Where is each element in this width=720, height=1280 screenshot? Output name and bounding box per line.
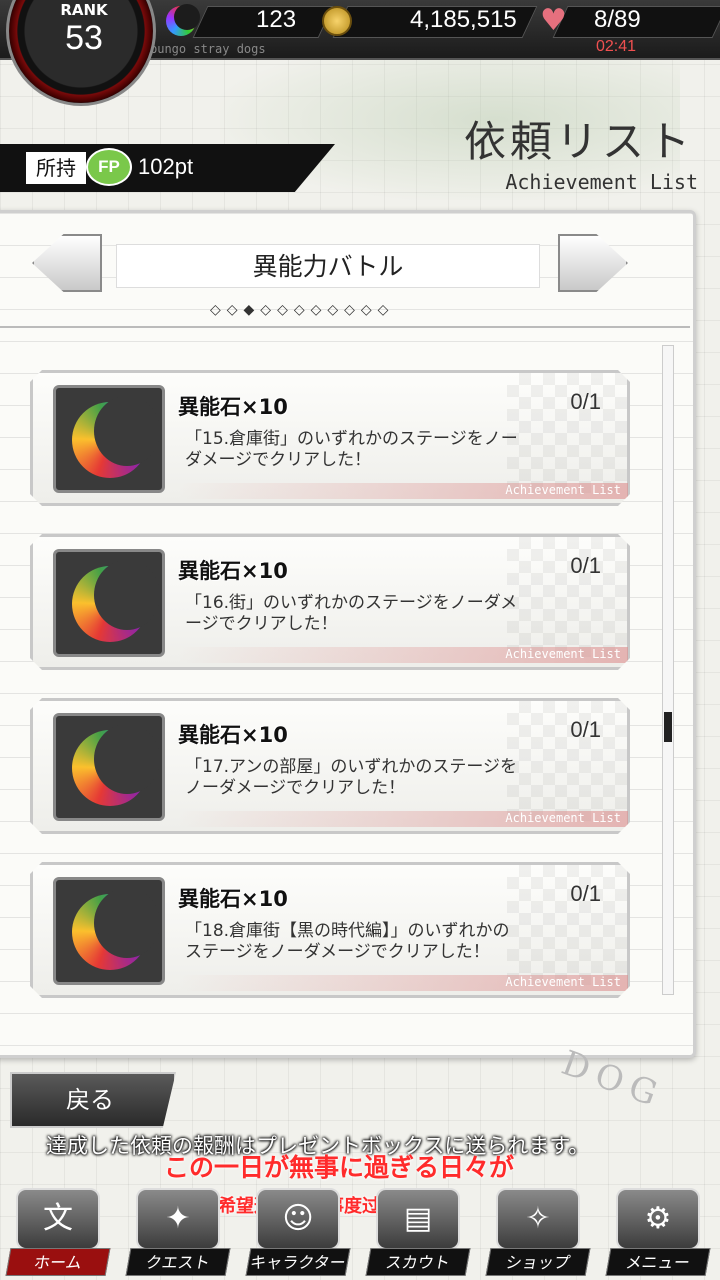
arrow-left-icon [32, 234, 102, 292]
ability-stone-icon [72, 730, 148, 806]
subtitle-japanese: この一日が無事に過ぎる日々が [164, 1153, 515, 1182]
card-pattern [507, 537, 627, 657]
nav-label: メニュー [605, 1248, 711, 1276]
scrollbar-track[interactable] [662, 345, 674, 995]
mission-progress: 0/1 [570, 553, 601, 578]
quest-icon: ✦ [136, 1188, 220, 1250]
mission-description: 「17.アンの部屋」のいずれかのステージをノーダメージでクリアした！ [185, 757, 518, 798]
mission-progress: 0/1 [570, 717, 601, 742]
back-button[interactable]: 戻る [10, 1072, 176, 1128]
rank-value: 53 [65, 19, 103, 57]
card-footer-text: Achievement List [505, 647, 621, 661]
card-pattern [507, 373, 627, 493]
mission-reward: 異能石×10 [178, 723, 288, 747]
arrow-right-icon [558, 234, 628, 292]
ap-timer: 02:41 [596, 38, 637, 55]
mission-description: 「16.街」のいずれかのステージをノーダメージでクリアした！ [185, 593, 518, 634]
nav-home[interactable]: 文 ホーム [2, 1182, 114, 1280]
prev-category-button[interactable] [32, 234, 102, 292]
reward-icon-frame [53, 713, 165, 821]
card-pattern [507, 865, 627, 985]
home-icon: 文 [16, 1188, 100, 1250]
mission-reward: 異能石×10 [178, 395, 288, 419]
mission-description: 「15.倉庫街」のいずれかのステージをノーダメージでクリアした！ [185, 429, 518, 470]
scout-icon: ▤ [376, 1188, 460, 1250]
nav-character[interactable]: ☺ キャラクター [242, 1182, 354, 1280]
mission-card[interactable]: 異能石×10 0/1 「18.倉庫街【黒の時代編】」のいずれかのステージをノーダ… [30, 862, 630, 998]
nav-label: スカウト [365, 1248, 471, 1276]
mission-card[interactable]: 異能石×10 0/1 「15.倉庫街」のいずれかのステージをノーダメージでクリア… [30, 370, 630, 506]
page-title: 依頼リスト [463, 117, 694, 166]
card-footer-text: Achievement List [505, 811, 621, 825]
next-category-button[interactable] [558, 234, 628, 292]
mission-card[interactable]: 異能石×10 0/1 「17.アンの部屋」のいずれかのステージをノーダメージでク… [30, 698, 630, 834]
bottom-nav: 文 ホーム ✦ クエスト ☺ キャラクター ▤ スカウト ✧ ショップ ⚙ メニ… [0, 1182, 720, 1280]
card-footer-text: Achievement List [505, 975, 621, 989]
nav-quest[interactable]: ✦ クエスト [122, 1182, 234, 1280]
nav-label: ホーム [5, 1248, 111, 1276]
ability-stone-icon [72, 402, 148, 478]
mission-progress: 0/1 [570, 389, 601, 414]
nav-label: クエスト [125, 1248, 231, 1276]
nav-shop[interactable]: ✧ ショップ [482, 1182, 594, 1280]
ability-stone-icon [72, 566, 148, 642]
category-page-indicator: ◇◇◆◇◇◇◇◇◇◇◇ [210, 302, 395, 318]
shop-icon: ✧ [496, 1188, 580, 1250]
mission-card[interactable]: 異能石×10 0/1 「16.街」のいずれかのステージをノーダメージでクリアした… [30, 534, 630, 670]
ap-count: 8/89 [594, 6, 641, 33]
mission-reward: 異能石×10 [178, 559, 288, 583]
rank-label: RANK [60, 1, 108, 19]
nav-label: キャラクター [245, 1248, 351, 1276]
nav-label: ショップ [485, 1248, 591, 1276]
nav-menu[interactable]: ⚙ メニュー [602, 1182, 714, 1280]
page-subtitle: Achievement List [505, 170, 698, 194]
coin-count: 4,185,515 [410, 6, 517, 33]
gear-icon: ⚙ [616, 1188, 700, 1250]
fp-icon: FP [86, 148, 132, 186]
stones-count: 123 [256, 6, 297, 33]
ability-stone-icon [72, 894, 148, 970]
card-pattern [507, 701, 627, 821]
divider [0, 326, 690, 328]
reward-icon-frame [53, 877, 165, 985]
scrollbar-thumb[interactable] [664, 712, 672, 742]
character-icon: ☺ [256, 1188, 340, 1250]
ap-heart-icon: ♥ [540, 3, 567, 38]
reward-icon-frame [53, 385, 165, 493]
nav-scout[interactable]: ▤ スカウト [362, 1182, 474, 1280]
coin-icon [322, 6, 352, 36]
fp-value: 102pt [138, 154, 194, 179]
mission-reward: 異能石×10 [178, 887, 288, 911]
ability-stone-icon [166, 4, 200, 36]
card-footer-text: Achievement List [505, 483, 621, 497]
reward-icon-frame [53, 549, 165, 657]
mission-description: 「18.倉庫街【黒の時代編】」のいずれかのステージをノーダメージでクリアした！ [185, 921, 510, 962]
game-title: bungo stray dogs [150, 42, 266, 56]
mission-progress: 0/1 [570, 881, 601, 906]
fp-own-label: 所持 [26, 152, 86, 184]
category-title: 異能力バトル [116, 244, 540, 288]
